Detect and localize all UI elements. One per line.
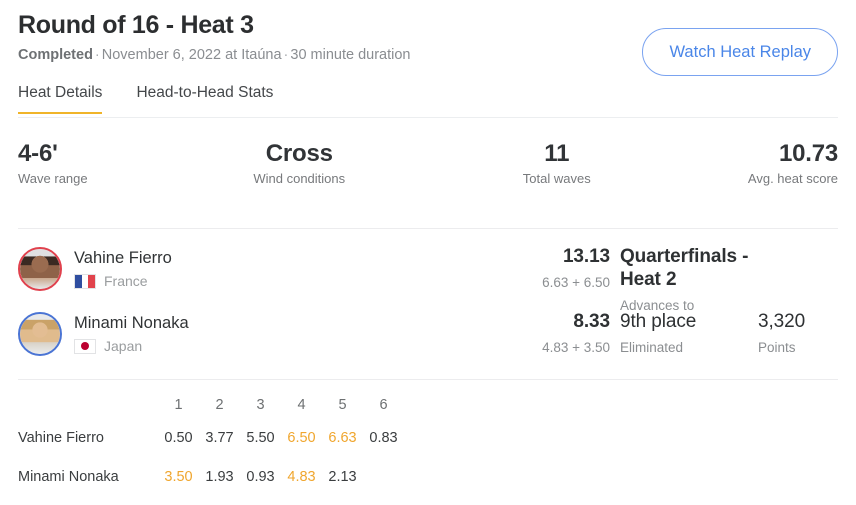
wave-table-corner-cell [18,392,158,418]
heat-details-page: Round of 16 - Heat 3 Completed · November … [0,0,856,505]
heat-stats-strip: 4-6' Wave range Cross Wind conditions 11… [18,140,838,187]
athlete-score-breakdown: 6.63 + 6.50 [542,275,610,290]
athlete-result-caption: Eliminated [620,340,684,355]
wave-column-header: 2 [215,397,224,413]
athlete-total-score: 8.33 [573,311,610,332]
wave-score-cell: 5.50 [246,429,275,446]
athlete-points-caption: Points [758,340,796,355]
heat-duration: 30 minute duration [290,47,411,63]
athlete-points [758,245,848,251]
athlete-text: Vahine Fierro France [74,248,172,289]
tab-head-to-head-stats[interactable]: Head-to-Head Stats [136,84,273,113]
wave-scores-table: 1 2 3 4 5 6 Vahine Fierro 0.50 3.77 5.50… [18,392,838,496]
wave-score-cell: 0.50 [164,429,193,446]
athlete-identity: Vahine Fierro France [18,236,172,301]
stat-avg-heat-score: 10.73 Avg. heat score [651,140,838,187]
wave-column-header: 3 [256,397,265,413]
athlete-row[interactable]: Vahine Fierro France 13.13 6.63 + 6.50 Q… [18,236,838,313]
athlete-total-score: 13.13 [562,246,610,267]
stat-wave-range: 4-6' Wave range [18,140,206,187]
wave-score-cell: 3.77 [205,429,234,446]
divider-above-wave-table [18,379,838,380]
tab-heat-details[interactable]: Heat Details [18,84,103,114]
wave-column-header: 6 [379,397,388,413]
athlete-points: 3,320 Points [758,310,848,356]
athlete-result: 9th place Eliminated [620,310,780,356]
stat-total-waves-value: 11 [544,140,570,167]
wave-score-cell: 0.93 [246,468,275,485]
watch-heat-replay-label: Watch Heat Replay [669,42,811,61]
wave-score-cell: 4.83 [287,468,316,485]
athlete-country-label: Japan [104,338,143,354]
stat-total-waves-label: Total waves [522,171,591,186]
wave-score-cell: 6.63 [328,429,357,446]
stat-avg-heat-score-value: 10.73 [778,140,838,167]
wave-score-cell: 2.13 [328,468,357,485]
japan-flag-icon [74,338,96,354]
stat-wave-range-value: 4-6' [18,140,58,167]
status-badge: Completed [18,47,93,63]
athlete-text: Minami Nonaka Japan [74,313,189,354]
athlete-points-value: 3,320 [758,311,806,332]
tab-head-to-head-stats-label: Head-to-Head Stats [136,84,274,101]
wave-score-cell: 3.50 [164,468,193,485]
table-row: Minami Nonaka 3.50 1.93 0.93 4.83 2.13 [18,457,404,496]
avatar [18,311,62,356]
table-row: Vahine Fierro 0.50 3.77 5.50 6.50 6.63 0… [18,418,404,457]
wave-row-athlete-name: Minami Nonaka [18,468,119,485]
athlete-country: Japan [74,338,189,354]
wave-column-header: 4 [297,397,306,413]
tab-heat-details-label: Heat Details [18,84,103,101]
wave-column-header: 1 [174,397,183,413]
wave-score-cell: 6.50 [287,429,316,446]
stat-wind-conditions-label: Wind conditions [253,171,346,186]
tab-bar: Heat Details Head-to-Head Stats [18,84,838,118]
athlete-identity: Minami Nonaka Japan [18,301,189,366]
stat-wave-range-label: Wave range [18,171,88,186]
avatar [18,246,62,291]
athlete-row[interactable]: Minami Nonaka Japan 8.33 4.83 + 3.50 9th… [18,301,838,366]
wave-row-athlete-name: Vahine Fierro [18,429,104,446]
france-flag-icon [74,273,96,289]
athlete-score: 13.13 6.63 + 6.50 [494,245,610,291]
athlete-score: 8.33 4.83 + 3.50 [494,310,610,356]
athlete-name: Vahine Fierro [74,249,172,267]
wave-score-cell: 0.83 [369,429,398,446]
wave-score-cell: 1.93 [205,468,234,485]
stat-total-waves: 11 Total waves [438,140,651,187]
wave-column-header: 5 [338,397,347,413]
header: Round of 16 - Heat 3 Completed · November … [18,10,838,76]
athlete-country: France [74,273,172,289]
stat-avg-heat-score-label: Avg. heat score [747,171,838,186]
athlete-country-label: France [104,273,148,289]
watch-heat-replay-button[interactable]: Watch Heat Replay [642,28,838,76]
stat-wind-conditions-value: Cross [265,140,333,167]
athlete-name: Minami Nonaka [74,314,189,332]
wave-table-header-row: 1 2 3 4 5 6 [18,392,404,418]
wave-score-cell [363,457,404,496]
stat-wind-conditions: Cross Wind conditions [206,140,439,187]
athlete-result-value: Quarterfinals - Heat 2 [620,246,749,290]
athlete-results-list: Vahine Fierro France 13.13 6.63 + 6.50 Q… [18,236,838,366]
divider-above-athletes [18,228,838,229]
heat-date: November 6, 2022 at Itaúna [101,47,282,63]
athlete-score-breakdown: 4.83 + 3.50 [542,340,610,355]
meta-separator-1: · [94,47,100,63]
athlete-result-value: 9th place [620,311,697,332]
